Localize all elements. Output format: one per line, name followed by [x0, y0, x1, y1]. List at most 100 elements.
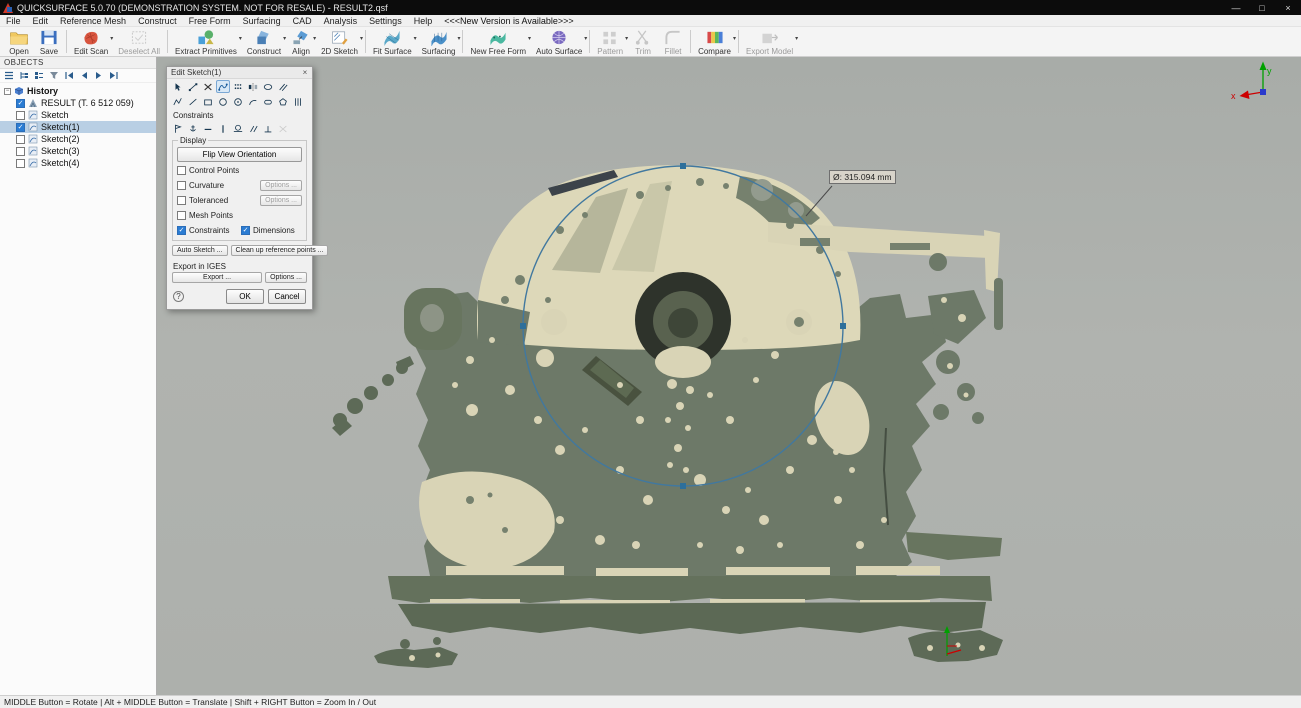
mesh-points-checkbox[interactable]: [177, 211, 186, 220]
rectangle-tool-icon[interactable]: [201, 95, 215, 108]
help-icon[interactable]: ?: [173, 291, 184, 302]
curvature-checkbox[interactable]: [177, 181, 186, 190]
control-points-checkbox[interactable]: [177, 166, 186, 175]
ok-button[interactable]: OK: [226, 289, 264, 304]
dimensions-checkbox[interactable]: [241, 226, 250, 235]
constraints-checkbox[interactable]: [177, 226, 186, 235]
export-model-button[interactable]: Export Model ▾: [741, 27, 798, 56]
list-view-icon[interactable]: [3, 70, 15, 81]
menu-surfacing[interactable]: Surfacing: [237, 15, 287, 26]
dialog-close-icon[interactable]: ×: [298, 68, 312, 77]
menu-edit[interactable]: Edit: [27, 15, 55, 26]
coincident-constraint-icon[interactable]: [171, 122, 185, 135]
menu-free-form[interactable]: Free Form: [183, 15, 237, 26]
close-button[interactable]: ×: [1275, 0, 1301, 15]
expander-icon[interactable]: −: [4, 88, 11, 95]
tree-node-sketch-3[interactable]: Sketch(3): [0, 145, 156, 157]
vertical-constraint-icon[interactable]: [216, 122, 230, 135]
fix-constraint-icon[interactable]: [186, 122, 200, 135]
export-options-button[interactable]: Options ...: [265, 272, 307, 283]
visibility-checkbox[interactable]: [16, 111, 25, 120]
tree-node-history[interactable]: − History: [0, 85, 156, 97]
filter-icon[interactable]: [48, 70, 60, 81]
export-iges-button[interactable]: Export ...: [172, 272, 262, 283]
menu-analysis[interactable]: Analysis: [318, 15, 364, 26]
new-version-notice[interactable]: <<<New Version is Available>>>: [438, 16, 579, 26]
save-button[interactable]: Save: [34, 27, 64, 56]
menu-help[interactable]: Help: [408, 15, 439, 26]
next-item-icon[interactable]: [93, 70, 105, 81]
viewport-3d[interactable]: y x Ø: 315.094 mm: [157, 57, 1301, 695]
symmetric-constraint-icon[interactable]: [276, 122, 290, 135]
new-free-form-button[interactable]: New Free Form ▾: [465, 27, 531, 56]
delete-tool-icon[interactable]: [201, 80, 215, 93]
tangent-constraint-icon[interactable]: [231, 122, 245, 135]
maximize-button[interactable]: □: [1249, 0, 1275, 15]
flip-view-orientation-button[interactable]: Flip View Orientation: [177, 147, 302, 162]
dialog-title-bar[interactable]: Edit Sketch(1) ×: [167, 67, 312, 79]
menu-construct[interactable]: Construct: [132, 15, 183, 26]
cleanup-reference-points-button[interactable]: Clean up reference points ...: [231, 245, 329, 256]
fit-surface-button[interactable]: Fit Surface ▾: [368, 27, 417, 56]
visibility-checkbox[interactable]: [16, 147, 25, 156]
prev-item-icon[interactable]: [78, 70, 90, 81]
dropdown-arrow[interactable]: ▾: [795, 35, 798, 42]
hatch-tool-icon[interactable]: [291, 95, 305, 108]
deselect-all-button[interactable]: Deselect All: [113, 27, 165, 56]
auto-sketch-button[interactable]: Auto Sketch ...: [172, 245, 228, 256]
trim-button[interactable]: Trim: [628, 27, 658, 56]
parallel-constraint-icon[interactable]: [246, 122, 260, 135]
ellipse-tool-icon[interactable]: [261, 80, 275, 93]
edit-scan-button[interactable]: Edit Scan ▾: [69, 27, 113, 56]
diameter-dimension-label[interactable]: Ø: 315.094 mm: [829, 170, 896, 184]
minimize-button[interactable]: —: [1223, 0, 1249, 15]
tree-node-sketch-2[interactable]: Sketch(2): [0, 133, 156, 145]
surfacing-button[interactable]: Surfacing ▾: [417, 27, 461, 56]
compare-button[interactable]: Compare ▾: [693, 27, 736, 56]
center-circle-tool-icon[interactable]: [231, 95, 245, 108]
visibility-checkbox[interactable]: [16, 159, 25, 168]
horizontal-constraint-icon[interactable]: [201, 122, 215, 135]
tree-node-sketch[interactable]: Sketch: [0, 109, 156, 121]
menu-cad[interactable]: CAD: [287, 15, 318, 26]
dropdown-arrow[interactable]: ▾: [457, 35, 460, 42]
tree-node-sketch-4[interactable]: Sketch(4): [0, 157, 156, 169]
polygon-tool-icon[interactable]: [276, 95, 290, 108]
dropdown-arrow[interactable]: ▾: [360, 35, 363, 42]
fillet-button[interactable]: Fillet: [658, 27, 688, 56]
last-item-icon[interactable]: [108, 70, 120, 81]
extract-primitives-button[interactable]: Extract Primitives ▾: [170, 27, 242, 56]
first-item-icon[interactable]: [63, 70, 75, 81]
open-button[interactable]: Open: [4, 27, 34, 56]
slot-tool-icon[interactable]: [261, 95, 275, 108]
pattern-button[interactable]: Pattern ▾: [592, 27, 628, 56]
line-points-tool-icon[interactable]: [186, 80, 200, 93]
tree-node-sketch-1[interactable]: Sketch(1): [0, 121, 156, 133]
mirror-tool-icon[interactable]: [246, 80, 260, 93]
detail-view-icon[interactable]: [33, 70, 45, 81]
circle-tool-icon[interactable]: [216, 95, 230, 108]
sketch-2d-button[interactable]: 2D Sketch ▾: [316, 27, 363, 56]
menu-file[interactable]: File: [0, 15, 27, 26]
select-tool-icon[interactable]: [171, 80, 185, 93]
visibility-checkbox[interactable]: [16, 99, 25, 108]
toleranced-checkbox[interactable]: [177, 196, 186, 205]
polyline-tool-icon[interactable]: [171, 95, 185, 108]
dropdown-arrow[interactable]: ▾: [584, 35, 587, 42]
construct-button[interactable]: Construct ▾: [242, 27, 286, 56]
perpendicular-constraint-icon[interactable]: [261, 122, 275, 135]
dropdown-arrow[interactable]: ▾: [733, 35, 736, 42]
cancel-button[interactable]: Cancel: [268, 289, 306, 304]
menu-settings[interactable]: Settings: [363, 15, 408, 26]
tree-node-result[interactable]: RESULT (T. 6 512 059): [0, 97, 156, 109]
points-grid-tool-icon[interactable]: [231, 80, 245, 93]
align-button[interactable]: Align ▾: [286, 27, 316, 56]
arc-tool-icon[interactable]: [246, 95, 260, 108]
visibility-checkbox[interactable]: [16, 135, 25, 144]
segment-tool-icon[interactable]: [186, 95, 200, 108]
offset-tool-icon[interactable]: [276, 80, 290, 93]
visibility-checkbox[interactable]: [16, 123, 25, 132]
tree-view-icon[interactable]: [18, 70, 30, 81]
menu-reference-mesh[interactable]: Reference Mesh: [54, 15, 132, 26]
curvature-options-button[interactable]: Options ...: [260, 180, 302, 191]
